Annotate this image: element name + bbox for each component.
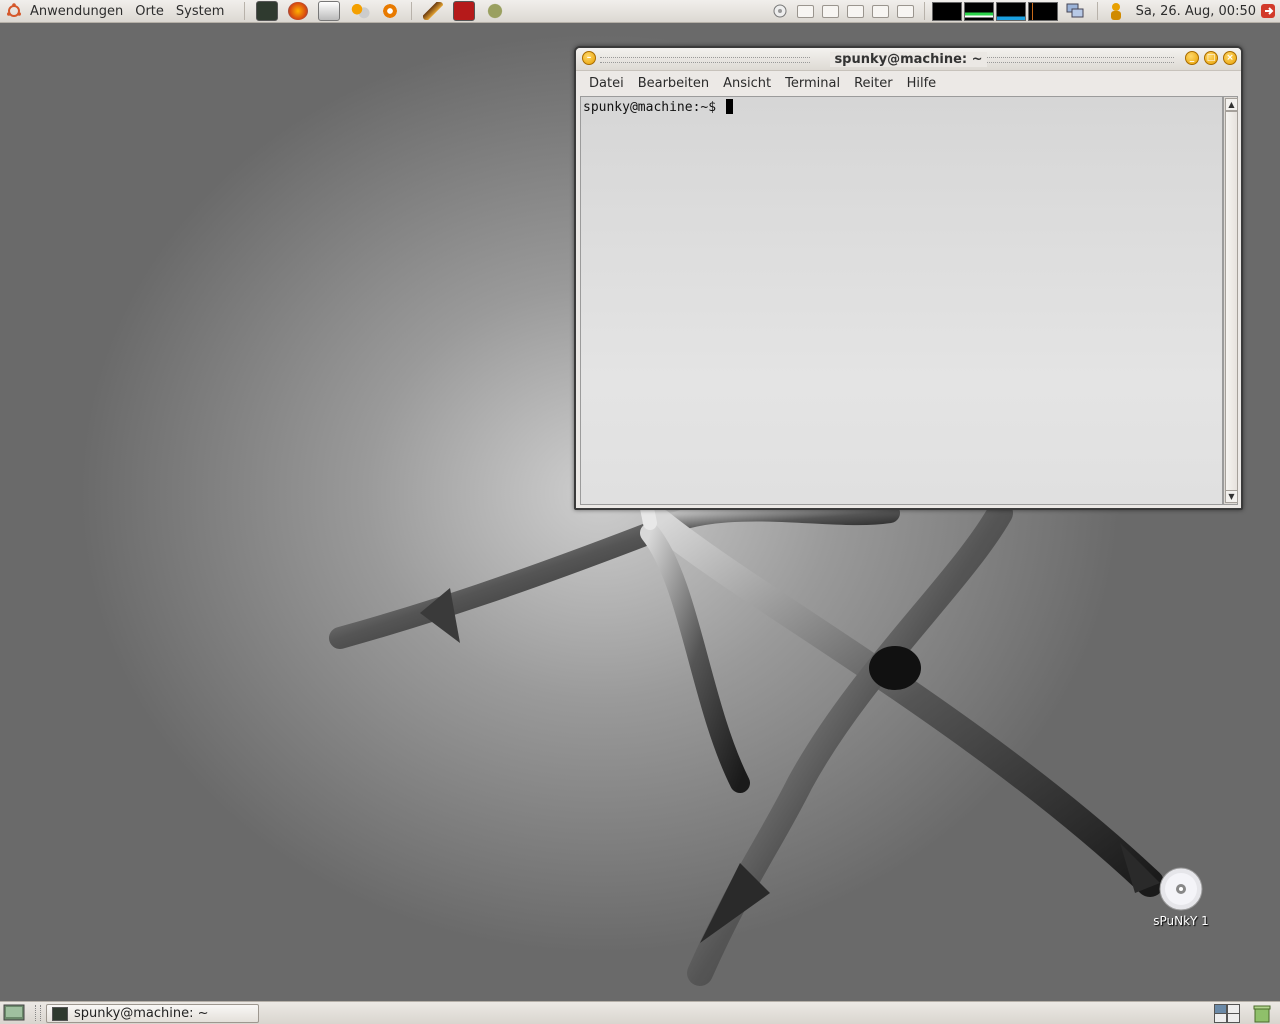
pen-icon[interactable] — [423, 2, 444, 20]
presentation-icon[interactable] — [453, 1, 476, 21]
text-editor-icon[interactable] — [318, 1, 341, 21]
trash-icon[interactable] — [1253, 1004, 1271, 1023]
workspace-2-button[interactable] — [821, 4, 839, 18]
window-title: spunky@machine: ~ — [830, 51, 987, 67]
workspace-4-button[interactable] — [871, 4, 889, 18]
terminal-icon — [52, 1006, 68, 1021]
disk-monitor[interactable] — [1027, 1, 1058, 21]
prompt-text: spunky@machine:~$ — [583, 100, 724, 115]
minimize-button[interactable]: _ — [1185, 51, 1199, 65]
user-icon[interactable] — [1108, 2, 1124, 20]
menu-orte[interactable]: Orte — [129, 4, 170, 19]
close-button[interactable]: × — [1223, 51, 1237, 65]
workspace-3-button[interactable] — [846, 4, 864, 18]
window-titlebar[interactable]: – spunky@machine: ~ _ □ × — [576, 48, 1241, 71]
separator — [1096, 2, 1098, 20]
top-panel: Anwendungen Orte System Sa, 26. Aug, 00:… — [0, 0, 1280, 23]
title-grip-right — [974, 57, 1174, 63]
ubuntu-logo-icon[interactable] — [6, 3, 22, 19]
logout-icon[interactable] — [1260, 3, 1276, 19]
menu-datei[interactable]: Datei — [582, 76, 631, 91]
separator — [411, 2, 413, 20]
scroll-down-arrow-icon[interactable]: ▼ — [1225, 490, 1238, 503]
terminal-area[interactable]: spunky@machine:~$ — [580, 96, 1223, 505]
taskbar-label: spunky@machine: ~ — [74, 1006, 209, 1021]
window-menu-button[interactable]: – — [582, 51, 596, 65]
blender-icon[interactable] — [380, 2, 401, 20]
text-cursor — [725, 99, 733, 114]
record-icon[interactable] — [485, 2, 506, 20]
window-menubar: Datei Bearbeiten Ansicht Terminal Reiter… — [576, 71, 1241, 95]
show-desktop-icon[interactable] — [3, 1004, 25, 1021]
cd-icon[interactable] — [773, 4, 787, 18]
title-grip-left — [600, 57, 810, 63]
bottom-panel: spunky@machine: ~ — [0, 1001, 1280, 1024]
people-icon[interactable] — [350, 2, 371, 20]
disc-icon[interactable] — [1158, 866, 1204, 912]
menu-ansicht[interactable]: Ansicht — [716, 76, 778, 91]
cpu-monitor[interactable] — [931, 1, 962, 21]
network-monitor[interactable] — [995, 1, 1026, 21]
menu-reiter[interactable]: Reiter — [847, 76, 900, 91]
terminal-icon[interactable] — [256, 1, 279, 21]
separator — [244, 2, 246, 20]
scroll-up-arrow-icon[interactable]: ▲ — [1225, 98, 1238, 111]
clock[interactable]: Sa, 26. Aug, 00:50 — [1136, 4, 1256, 19]
workspace-1-button[interactable] — [796, 4, 814, 18]
scrollbar-thumb[interactable] — [1225, 111, 1238, 491]
workspace-5-button[interactable] — [896, 4, 914, 18]
separator — [923, 2, 925, 20]
vertical-scrollbar[interactable]: ▲ ▼ — [1223, 96, 1238, 505]
panel-handle[interactable] — [35, 1005, 41, 1021]
terminal-window[interactable]: – spunky@machine: ~ _ □ × Datei Bearbeit… — [574, 46, 1243, 510]
menu-anwendungen[interactable]: Anwendungen — [24, 4, 129, 19]
menu-system[interactable]: System — [170, 4, 230, 19]
network-connection-icon[interactable] — [1065, 2, 1085, 20]
maximize-button[interactable]: □ — [1204, 51, 1218, 65]
desktop-icon-label[interactable]: sPuNkY 1 — [1134, 914, 1228, 928]
menu-bearbeiten[interactable]: Bearbeiten — [631, 76, 716, 91]
menu-terminal[interactable]: Terminal — [778, 76, 847, 91]
firefox-icon[interactable] — [288, 2, 309, 20]
menu-hilfe[interactable]: Hilfe — [900, 76, 944, 91]
shell-prompt: spunky@machine:~$ — [583, 99, 733, 115]
taskbar-button-terminal[interactable]: spunky@machine: ~ — [46, 1004, 259, 1023]
workspace-switcher-icon[interactable] — [1214, 1004, 1240, 1023]
memory-monitor[interactable] — [963, 1, 994, 21]
